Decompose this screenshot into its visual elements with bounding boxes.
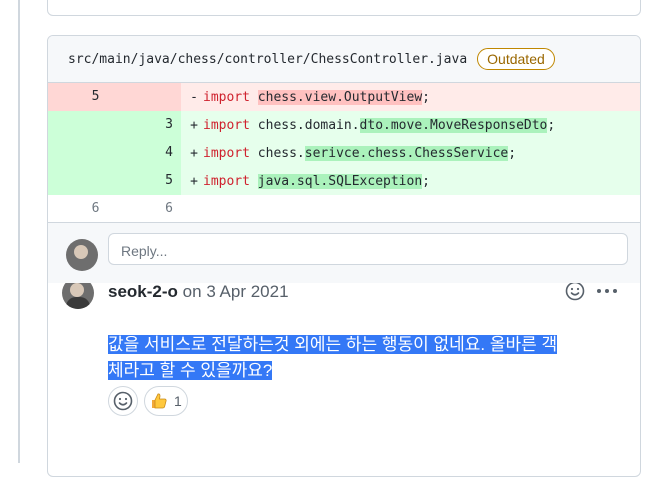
diff-line-ctx: 66 [48, 195, 640, 223]
code-token: chess. [249, 145, 305, 161]
code-token: java.sql.SQLException [257, 173, 423, 189]
old-line-number[interactable]: 6 [48, 195, 143, 223]
comment-header: seok-2-o on 3 Apr 2021 [108, 282, 289, 302]
previous-comment-box [47, 0, 641, 16]
thumbs-up-reaction[interactable]: 1 [144, 386, 188, 416]
diff-sign: + [190, 117, 198, 133]
code-token: ; [508, 145, 517, 161]
on-label: on [182, 282, 202, 301]
old-line-number[interactable] [48, 167, 143, 195]
new-line-number[interactable]: 4 [143, 139, 181, 167]
add-reaction-button[interactable] [108, 386, 138, 416]
code-token: import [203, 89, 250, 105]
old-line-number[interactable] [48, 111, 143, 139]
review-thread-card: src/main/java/chess/controller/ChessCont… [47, 35, 641, 477]
diff-sign: - [190, 89, 198, 105]
new-line-number[interactable] [143, 83, 181, 111]
code-token: ; [547, 117, 556, 133]
code-text: import chess.serivce.chess.ChessService; [203, 145, 517, 161]
reply-input[interactable]: Reply... [108, 233, 628, 265]
new-line-number[interactable]: 5 [143, 167, 181, 195]
diff-sign: + [190, 173, 198, 189]
current-user-avatar [66, 239, 98, 271]
reply-area: Reply... [48, 222, 640, 283]
diff-line-add: 5 + import java.sql.SQLException; [48, 167, 640, 195]
diff-line-add: 4 + import chess.serivce.chess.ChessServic… [48, 139, 640, 167]
kebab-menu-icon[interactable] [596, 280, 618, 302]
code-text: import chess.view.OutputView; [203, 89, 430, 105]
code-text: import java.sql.SQLException; [203, 173, 430, 189]
code-text: import chess.domain.dto.move.MoveRespons… [203, 117, 556, 133]
reaction-count: 1 [174, 393, 182, 409]
code-token: serivce.chess.ChessService [304, 145, 509, 161]
comment-body-line-2: 체라고 할 수 있을까요? [108, 361, 273, 380]
outdated-badge: Outdated [477, 48, 555, 70]
smiley-icon [113, 391, 133, 411]
old-line-number[interactable]: 5 [48, 83, 143, 111]
diff-line-add: 3 + import chess.domain.dto.move.MoveRespo… [48, 111, 640, 139]
code-token: import [203, 117, 250, 133]
code-token: import [203, 145, 250, 161]
comment-body-line-1: 값을 서비스로 전달하는것 외에는 하는 행동이 없네요. 올바른 객 [108, 335, 558, 354]
add-reaction-icon[interactable] [564, 280, 586, 302]
comment-actions [564, 280, 618, 302]
thumbs-up-icon [152, 393, 167, 409]
comment-date[interactable]: 3 Apr 2021 [206, 282, 288, 301]
new-line-number[interactable]: 3 [143, 111, 181, 139]
code-token: chess.view.OutputView [257, 89, 423, 105]
diff-line-del: 5 - import chess.view.OutputView; [48, 83, 640, 111]
comment-body: 값을 서비스로 전달하는것 외에는 하는 행동이 없네요. 올바른 객 체라고 … [108, 332, 628, 384]
new-line-number[interactable]: 6 [143, 195, 181, 223]
author-link[interactable]: seok-2-o [108, 282, 178, 301]
diff-sign: + [190, 145, 198, 161]
timeline-rail [18, 0, 20, 463]
file-path-link[interactable]: src/main/java/chess/controller/ChessCont… [68, 52, 467, 67]
code-token: dto.move.MoveResponseDto [359, 117, 548, 133]
file-header: src/main/java/chess/controller/ChessCont… [48, 36, 640, 83]
reactions-bar: 1 [108, 386, 188, 416]
old-line-number[interactable] [48, 139, 143, 167]
code-token: chess.domain. [249, 117, 360, 133]
code-token: ; [422, 89, 430, 105]
code-token: import [203, 173, 250, 189]
code-token: ; [422, 173, 430, 189]
